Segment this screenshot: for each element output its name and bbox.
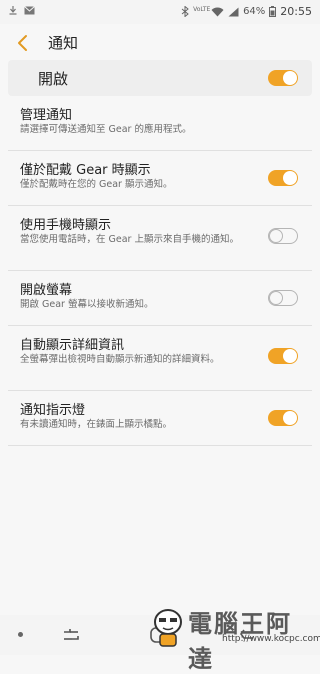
toggle-knob <box>283 411 297 425</box>
toggle-knob <box>283 349 297 363</box>
status-bar: VoLTE 64% 20:55 <box>0 0 320 24</box>
setting-description: 請選擇可傳送通知至 Gear 的應用程式。 <box>20 124 192 135</box>
watermark-url: http://www.kocpc.com.tw <box>222 634 320 644</box>
setting-title: 通知指示燈 <box>20 403 86 418</box>
setting-description: 全螢幕彈出檢視時自動顯示新通知的詳細資料。 <box>20 354 220 365</box>
page-title: 通知 <box>48 34 79 52</box>
setting-title: 管理通知 <box>20 108 73 123</box>
setting-description: 僅於配戴時在您的 Gear 顯示通知。 <box>20 179 173 190</box>
toggle-knob <box>283 71 297 85</box>
setting-show-while-using-phone[interactable]: 使用手機時顯示 當您使用電話時，在 Gear 上顯示來自手機的通知。 <box>8 206 312 271</box>
setting-title: 自動顯示詳細資訊 <box>20 338 125 353</box>
back-icon[interactable] <box>10 29 38 57</box>
setting-description: 開啟 Gear 螢幕以接收新通知。 <box>20 299 154 310</box>
setting-description: 當您使用電話時，在 Gear 上顯示來自手機的通知。 <box>20 234 239 245</box>
toggle-knob <box>269 290 283 305</box>
toggle-show-only-when-wearing[interactable] <box>268 170 298 186</box>
mail-icon <box>24 5 35 14</box>
settings-list: 管理通知 請選擇可傳送通知至 Gear 的應用程式。 僅於配戴 Gear 時顯示… <box>8 96 312 446</box>
status-left-icons <box>8 5 35 15</box>
setting-title: 開啟螢幕 <box>20 283 73 298</box>
setting-turn-on-screen[interactable]: 開啟螢幕 開啟 Gear 螢幕以接收新通知。 <box>8 271 312 326</box>
setting-title: 使用手機時顯示 <box>20 218 112 233</box>
master-toggle[interactable] <box>268 70 298 86</box>
toggle-notification-indicator[interactable] <box>268 410 298 426</box>
app-header: 通知 <box>0 24 320 62</box>
mascot-icon <box>154 609 182 647</box>
recent-apps-icon[interactable] <box>60 623 82 645</box>
status-right-icons: VoLTE 64% 20:55 <box>181 5 312 18</box>
toggle-knob <box>269 228 283 243</box>
setting-notification-indicator[interactable]: 通知指示燈 有未讀通知時，在錶面上顯示橘點。 <box>8 391 312 446</box>
setting-description: 有未讀通知時，在錶面上顯示橘點。 <box>20 419 173 430</box>
master-switch-row[interactable]: 開啟 <box>8 60 312 96</box>
volte-icon: VoLTE <box>193 5 211 13</box>
setting-title: 僅於配戴 Gear 時顯示 <box>20 163 151 178</box>
nav-dot-icon[interactable] <box>18 632 23 637</box>
setting-manage-notifications[interactable]: 管理通知 請選擇可傳送通知至 Gear 的應用程式。 <box>8 96 312 151</box>
toggle-show-while-using-phone[interactable] <box>268 228 298 244</box>
status-time: 20:55 <box>280 5 312 18</box>
toggle-knob <box>283 171 297 185</box>
watermark: 電腦王阿達 http://www.kocpc.com.tw <box>144 600 320 673</box>
bluetooth-icon <box>181 6 189 17</box>
setting-show-only-when-wearing[interactable]: 僅於配戴 Gear 時顯示 僅於配戴時在您的 Gear 顯示通知。 <box>8 151 312 206</box>
battery-icon <box>269 6 277 17</box>
battery-percent: 64% <box>243 6 266 17</box>
wifi-icon <box>211 7 224 16</box>
signal-icon <box>228 7 239 16</box>
toggle-turn-on-screen[interactable] <box>268 290 298 306</box>
download-icon <box>9 6 17 15</box>
toggle-auto-show-details[interactable] <box>268 348 298 364</box>
setting-auto-show-details[interactable]: 自動顯示詳細資訊 全螢幕彈出檢視時自動顯示新通知的詳細資料。 <box>8 326 312 391</box>
master-switch-label: 開啟 <box>38 70 69 88</box>
